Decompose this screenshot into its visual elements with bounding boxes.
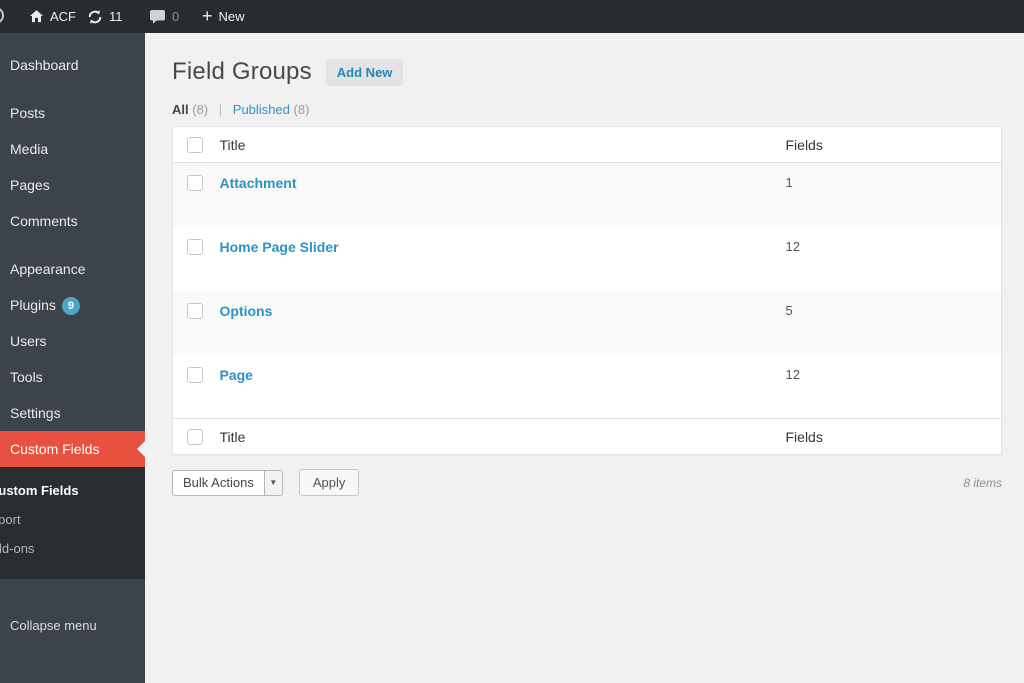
submenu-item-label: Add-ons — [0, 541, 35, 556]
page-title: Field Groups — [172, 58, 312, 85]
table-header-row: Title Fields — [172, 126, 1002, 163]
sidebar-item-posts[interactable]: Posts — [0, 95, 145, 131]
site-name-link[interactable]: ACF — [29, 0, 76, 33]
row-checkbox[interactable] — [187, 302, 203, 319]
sidebar-item-dashboard[interactable]: Dashboard — [0, 47, 145, 83]
plugins-update-badge: 9 — [61, 297, 80, 316]
column-footer-fields: Fields — [784, 418, 1002, 455]
filter-all-count: (8) — [192, 102, 209, 117]
admin-bar: ACF 11 0 + New — [0, 0, 1024, 33]
sidebar-item-label: Plugins — [10, 297, 56, 313]
items-count: 8 items — [963, 475, 1002, 490]
sidebar-item-plugins[interactable]: Plugins 9 — [0, 287, 145, 323]
comments-count: 0 — [172, 9, 180, 24]
fields-count: 1 — [785, 175, 793, 190]
status-filters: All (8) | Published (8) — [172, 102, 1002, 117]
submenu-item-add-ons[interactable]: Add-ons — [0, 534, 145, 563]
column-header-title: Title — [218, 126, 785, 163]
custom-fields-submenu: Custom Fields Export Add-ons — [0, 467, 145, 579]
submenu-item-export[interactable]: Export — [0, 505, 145, 534]
main-content: Field Groups Add New All (8) | Published… — [145, 33, 1024, 683]
home-icon — [29, 10, 44, 23]
collapse-menu-button[interactable]: Collapse menu — [0, 611, 145, 641]
add-new-button[interactable]: Add New — [325, 58, 404, 86]
row-checkbox[interactable] — [187, 175, 203, 191]
sidebar-item-pages[interactable]: Pages — [0, 167, 145, 203]
page-header: Field Groups Add New — [172, 58, 1002, 86]
filter-separator: | — [218, 102, 223, 117]
sidebar-item-custom-fields[interactable]: Custom Fields — [0, 431, 145, 467]
wordpress-logo-icon[interactable] — [0, 7, 4, 24]
chevron-down-icon: ▼ — [263, 470, 282, 495]
column-footer-title: Title — [218, 418, 785, 455]
table-row: Attachment 1 — [172, 162, 1002, 227]
submenu-item-label: Export — [0, 512, 21, 527]
sidebar-item-users[interactable]: Users — [0, 323, 145, 359]
updates-link[interactable]: 11 — [87, 0, 123, 33]
fields-count: 12 — [785, 238, 800, 254]
updates-icon — [88, 9, 102, 24]
sidebar-item-settings[interactable]: Settings — [0, 395, 145, 431]
comments-link[interactable]: 0 — [149, 0, 179, 33]
submenu-item-label: Custom Fields — [0, 483, 79, 498]
filter-published-link[interactable]: Published — [233, 102, 290, 117]
sidebar-item-tools[interactable]: Tools — [0, 359, 145, 395]
column-header-fields: Fields — [784, 126, 1002, 163]
sidebar-item-comments[interactable]: Comments — [0, 203, 145, 239]
select-all-checkbox[interactable] — [187, 136, 203, 153]
sidebar-item-appearance[interactable]: Appearance — [0, 251, 145, 287]
plus-icon: + — [202, 5, 213, 26]
updates-count: 11 — [109, 9, 123, 24]
field-groups-table: Title Fields Attachment 1 Home Page Slid… — [172, 126, 1002, 455]
field-group-link[interactable]: Options — [220, 303, 273, 319]
admin-sidebar: Dashboard Posts Media Pages Comments App… — [0, 33, 145, 683]
table-footer-row: Title Fields — [172, 418, 1002, 455]
row-checkbox[interactable] — [187, 238, 203, 255]
bulk-actions-bar: Bulk Actions ▼ Apply 8 items — [172, 469, 1002, 496]
table-row: Home Page Slider 12 — [173, 227, 1002, 291]
select-all-checkbox[interactable] — [187, 428, 203, 445]
new-content-link[interactable]: + New — [202, 0, 245, 33]
row-checkbox[interactable] — [187, 366, 203, 383]
fields-count: 5 — [785, 302, 793, 318]
table-row: Page 12 — [173, 355, 1002, 419]
new-label: New — [218, 9, 245, 24]
field-group-link[interactable]: Attachment — [220, 175, 297, 191]
bulk-actions-selected-value: Bulk Actions — [183, 475, 254, 490]
admin-menu: Dashboard Posts Media Pages Comments App… — [0, 33, 145, 467]
filter-published-count: (8) — [293, 102, 310, 117]
field-group-link[interactable]: Page — [220, 367, 253, 383]
apply-button[interactable]: Apply — [298, 469, 360, 496]
filter-all-link[interactable]: All — [172, 102, 189, 117]
fields-count: 12 — [785, 366, 800, 382]
bulk-actions-select[interactable]: Bulk Actions ▼ — [172, 469, 283, 496]
submenu-item-custom-fields[interactable]: Custom Fields — [0, 476, 145, 505]
table-row: Options 5 — [172, 290, 1002, 355]
field-group-link[interactable]: Home Page Slider — [220, 239, 339, 255]
site-name: ACF — [50, 9, 76, 24]
sidebar-item-media[interactable]: Media — [0, 131, 145, 167]
comment-bubble-icon — [150, 10, 165, 24]
